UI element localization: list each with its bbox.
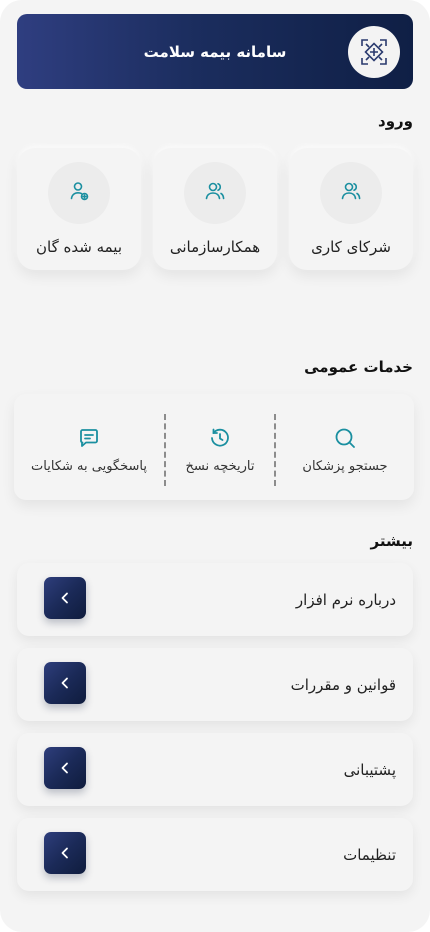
- app-screen: سامانه بیمه سلامت ورود شرکای کاری همکارس…: [0, 0, 430, 932]
- login-section-title: ورود: [378, 112, 413, 130]
- history-icon: [208, 424, 232, 452]
- login-card-insured-persons[interactable]: بیمه شده گان: [17, 148, 141, 270]
- app-header: سامانه بیمه سلامت: [17, 14, 413, 89]
- service-label: پاسخگویی به شکایات: [31, 459, 147, 474]
- menu-item-label: قوانین و مقررات: [290, 675, 396, 694]
- services-section-title: خدمات عمومی: [304, 358, 413, 376]
- menu-item-about[interactable]: درباره نرم افزار: [17, 563, 413, 636]
- menu-item-label: تنظیمات: [343, 845, 396, 864]
- service-complaints[interactable]: پاسخگویی به شکایات: [14, 394, 164, 500]
- menu-item-label: پشتیبانی: [343, 760, 396, 779]
- login-card-icon-wrap: [320, 162, 382, 224]
- login-card-icon-wrap: [184, 162, 246, 224]
- chevron-left-icon[interactable]: [44, 577, 86, 619]
- services-panel: جستجو پزشکان تاریخچه نسخ پاسخگویی به شکا…: [14, 394, 414, 500]
- menu-item-rules[interactable]: قوانین و مقررات: [17, 648, 413, 721]
- service-label: تاریخچه نسخ: [185, 459, 255, 474]
- services-divider: [274, 414, 276, 486]
- users-icon: [339, 179, 363, 207]
- search-icon: [333, 424, 357, 452]
- login-card-icon-wrap: [48, 162, 110, 224]
- insurance-logo-icon[interactable]: [348, 25, 400, 78]
- service-prescription-history[interactable]: تاریخچه نسخ: [166, 394, 274, 500]
- user-add-icon: [67, 179, 91, 207]
- more-section-title: بیشتر: [370, 532, 413, 550]
- menu-item-settings[interactable]: تنظیمات: [17, 818, 413, 891]
- login-card-label: بیمه شده گان: [36, 238, 122, 256]
- chevron-left-icon[interactable]: [44, 662, 86, 704]
- users-icon: [203, 179, 227, 207]
- login-card-label: همکارسازمانی: [169, 238, 261, 256]
- login-card-label: شرکای کاری: [311, 238, 391, 256]
- menu-item-label: درباره نرم افزار: [295, 590, 396, 609]
- service-label: جستجو پزشکان: [302, 459, 388, 474]
- service-doctor-search[interactable]: جستجو پزشکان: [276, 394, 414, 500]
- message-icon: [77, 424, 101, 452]
- chevron-left-icon[interactable]: [44, 747, 86, 789]
- menu-item-support[interactable]: پشتیبانی: [17, 733, 413, 806]
- login-card-organizational-colleague[interactable]: همکارسازمانی: [153, 148, 277, 270]
- chevron-left-icon[interactable]: [44, 832, 86, 874]
- login-card-business-partners[interactable]: شرکای کاری: [289, 148, 413, 270]
- services-divider: [164, 414, 166, 486]
